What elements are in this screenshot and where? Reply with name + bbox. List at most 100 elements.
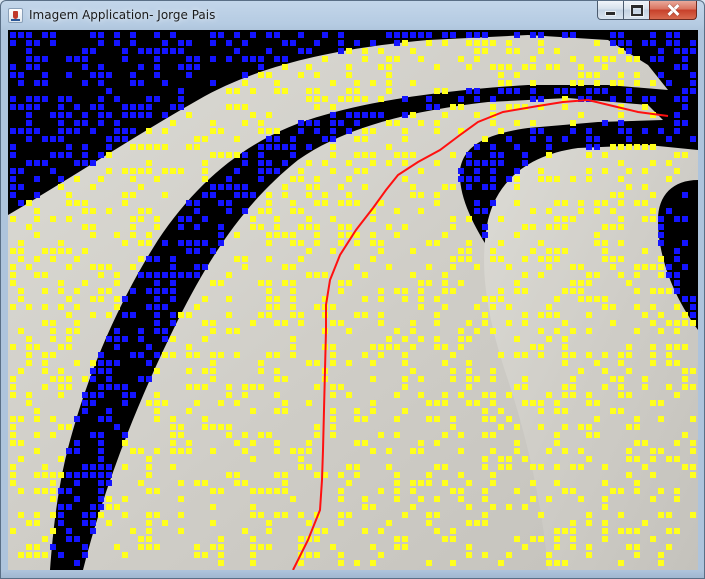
yellow-marker xyxy=(42,248,48,254)
yellow-marker xyxy=(418,56,424,62)
yellow-marker xyxy=(538,176,544,182)
yellow-marker xyxy=(482,48,488,54)
yellow-marker xyxy=(258,120,264,126)
yellow-marker xyxy=(162,192,168,198)
blue-marker xyxy=(474,32,480,38)
title-bar[interactable]: Imagem Application- Jorge Pais xyxy=(1,1,704,30)
maximize-button[interactable] xyxy=(623,1,650,20)
blue-marker xyxy=(690,40,696,46)
yellow-marker xyxy=(658,560,664,566)
yellow-marker xyxy=(370,240,376,246)
yellow-marker xyxy=(594,360,600,366)
yellow-marker xyxy=(530,56,536,62)
yellow-marker xyxy=(242,392,248,398)
yellow-marker xyxy=(466,376,472,382)
yellow-marker xyxy=(562,408,568,414)
yellow-marker xyxy=(306,184,312,190)
yellow-marker xyxy=(498,240,504,246)
yellow-marker xyxy=(594,208,600,214)
blue-marker xyxy=(26,128,32,134)
yellow-marker xyxy=(682,312,688,318)
blue-marker xyxy=(114,384,120,390)
blue-marker xyxy=(562,136,568,142)
yellow-marker xyxy=(338,384,344,390)
yellow-marker xyxy=(34,416,40,422)
yellow-marker xyxy=(306,224,312,230)
blue-marker xyxy=(354,120,360,126)
yellow-marker xyxy=(402,128,408,134)
yellow-marker xyxy=(442,272,448,278)
yellow-marker xyxy=(146,544,152,550)
blue-marker xyxy=(506,88,512,94)
blue-marker xyxy=(58,136,64,142)
yellow-marker xyxy=(274,368,280,374)
blue-marker xyxy=(114,128,120,134)
close-button[interactable] xyxy=(649,1,697,20)
yellow-marker xyxy=(514,288,520,294)
yellow-marker xyxy=(450,424,456,430)
yellow-marker xyxy=(602,368,608,374)
yellow-marker xyxy=(522,312,528,318)
yellow-marker xyxy=(186,352,192,358)
yellow-marker xyxy=(130,176,136,182)
yellow-marker xyxy=(666,384,672,390)
yellow-marker xyxy=(402,288,408,294)
yellow-marker xyxy=(658,264,664,270)
yellow-marker xyxy=(90,184,96,190)
yellow-marker xyxy=(162,352,168,358)
blue-marker xyxy=(90,520,96,526)
yellow-marker xyxy=(642,264,648,270)
yellow-marker xyxy=(34,472,40,478)
image-canvas[interactable] xyxy=(8,30,698,570)
yellow-marker xyxy=(586,280,592,286)
yellow-marker xyxy=(354,168,360,174)
yellow-marker xyxy=(50,496,56,502)
blue-marker xyxy=(690,136,696,142)
yellow-marker xyxy=(570,176,576,182)
yellow-marker xyxy=(602,200,608,206)
yellow-marker xyxy=(34,408,40,414)
yellow-marker xyxy=(522,224,528,230)
yellow-marker xyxy=(610,304,616,310)
blue-marker xyxy=(218,32,224,38)
blue-marker xyxy=(178,240,184,246)
yellow-marker xyxy=(226,472,232,478)
yellow-marker xyxy=(394,208,400,214)
blue-marker xyxy=(154,320,160,326)
yellow-marker xyxy=(162,144,168,150)
yellow-marker xyxy=(314,360,320,366)
yellow-marker xyxy=(538,352,544,358)
yellow-marker xyxy=(562,360,568,366)
yellow-marker xyxy=(298,168,304,174)
blue-marker xyxy=(370,40,376,46)
blue-marker xyxy=(458,168,464,174)
blue-marker xyxy=(674,256,680,262)
yellow-marker xyxy=(474,520,480,526)
blue-marker xyxy=(170,280,176,286)
blue-marker xyxy=(594,144,600,150)
blue-marker xyxy=(226,40,232,46)
yellow-marker xyxy=(554,400,560,406)
yellow-marker xyxy=(474,304,480,310)
yellow-marker xyxy=(498,296,504,302)
yellow-marker xyxy=(146,160,152,166)
blue-marker xyxy=(242,72,248,78)
yellow-marker xyxy=(170,464,176,470)
yellow-marker xyxy=(434,344,440,350)
yellow-marker xyxy=(266,192,272,198)
yellow-marker xyxy=(498,408,504,414)
blue-marker xyxy=(82,152,88,158)
blue-marker xyxy=(506,136,512,142)
yellow-marker xyxy=(154,400,160,406)
yellow-marker xyxy=(250,440,256,446)
yellow-marker xyxy=(10,392,16,398)
yellow-marker xyxy=(258,280,264,286)
blue-marker xyxy=(98,416,104,422)
yellow-marker xyxy=(530,400,536,406)
minimize-button[interactable] xyxy=(597,1,624,20)
yellow-marker xyxy=(82,376,88,382)
yellow-marker xyxy=(34,216,40,222)
blue-marker xyxy=(82,56,88,62)
java-app-icon[interactable] xyxy=(8,8,23,23)
blue-marker xyxy=(66,96,72,102)
